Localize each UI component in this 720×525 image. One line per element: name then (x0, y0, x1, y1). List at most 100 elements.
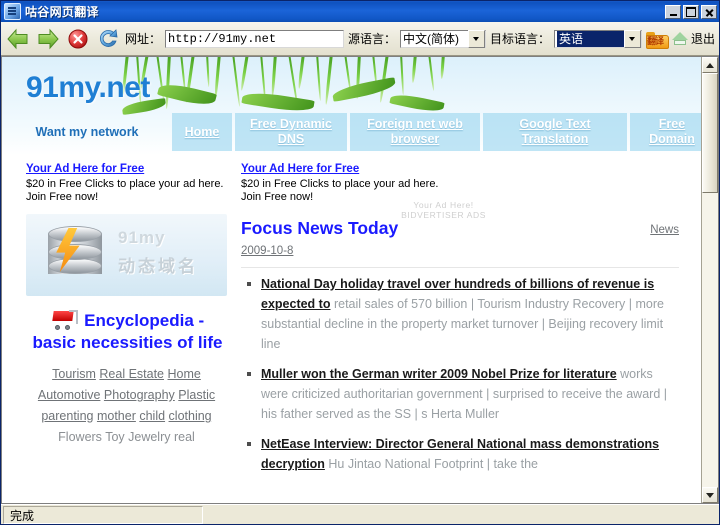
category-text-real: real (174, 430, 195, 444)
scroll-up-icon (706, 63, 714, 68)
status-text: 完成 (3, 506, 203, 524)
category-link-home[interactable]: Home (168, 367, 201, 381)
news-item-body: Hu Jintao National Footprint | take the (328, 457, 538, 471)
news-item-headline[interactable]: Muller won the German writer 2009 Nobel … (261, 367, 617, 381)
bidvertiser-line-1: Your Ad Here! (401, 200, 486, 210)
nav-item-free-dynamic-dns[interactable]: Free Dynamic DNS (235, 113, 347, 151)
category-text-flowers: Flowers (58, 430, 102, 444)
exit-button[interactable]: 退出 (672, 30, 715, 47)
window-controls (665, 5, 717, 19)
address-label: 网址： (125, 30, 161, 47)
category-link-plastic[interactable]: Plastic (178, 388, 215, 402)
site-logo[interactable]: 91my.net (26, 71, 150, 105)
chevron-down-icon[interactable] (468, 30, 485, 48)
shopping-cart-icon (51, 310, 77, 330)
web-page: 91my.net Want my network Home Free Dynam… (2, 57, 701, 503)
promo-text: 动态域名 (118, 252, 198, 277)
encyclopedia-heading: Encyclopedia - basic necessities of life (26, 310, 227, 354)
category-text-toy: Toy (105, 430, 124, 444)
close-button[interactable] (701, 5, 717, 19)
nav-item-home[interactable]: Home (172, 113, 232, 151)
target-language-label: 目标语言： (490, 30, 550, 47)
ad-line-1: $20 in Free Clicks to place your ad here… (241, 178, 456, 191)
refresh-button[interactable] (95, 26, 121, 52)
encyclopedia-title-line-2: basic necessities of life (28, 332, 227, 354)
browser-toolbar: 网址： 源语言： 中文(简体) 目标语言： 英语 翻译 退出 (1, 22, 719, 56)
nav-item-foreign-net-web-browser[interactable]: Foreign net web browser (350, 113, 480, 151)
promo-brand: 91my (118, 228, 165, 248)
translate-folder-text: 翻译 (647, 36, 663, 46)
news-divider (241, 267, 679, 268)
refresh-icon (95, 26, 121, 52)
category-link-automotive[interactable]: Automotive (38, 388, 101, 402)
translate-button[interactable]: 翻译 (646, 30, 668, 48)
translate-folder-icon: 翻译 (646, 30, 668, 48)
dynamic-dns-promo-banner[interactable]: 91my 动态域名 (26, 214, 227, 296)
news-item: Muller won the German writer 2009 Nobel … (241, 364, 679, 424)
nav-item-free-domain[interactable]: Free Domain (630, 113, 701, 151)
news-item: NetEase Interview: Director General Nati… (241, 434, 679, 474)
scrollbar-track[interactable] (702, 73, 718, 487)
ad-strip: Your Ad Here for Free $20 in Free Clicks… (2, 155, 701, 208)
ad-block: Your Ad Here for Free $20 in Free Clicks… (241, 163, 456, 204)
bidvertiser-line-2: BIDVERTISER ADS (401, 210, 486, 220)
site-banner: 91my.net Want my network Home Free Dynam… (2, 57, 701, 155)
site-tagline: Want my network (2, 113, 172, 151)
ad-headline-link[interactable]: Your Ad Here for Free (241, 163, 456, 176)
ad-headline-link[interactable]: Your Ad Here for Free (26, 163, 241, 176)
chevron-down-icon[interactable] (624, 30, 641, 48)
site-nav: Want my network Home Free Dynamic DNS Fo… (2, 113, 701, 151)
news-item: National Day holiday travel over hundred… (241, 274, 679, 354)
category-link-parenting[interactable]: parenting (41, 409, 93, 423)
vertical-scrollbar[interactable] (701, 57, 718, 503)
address-input[interactable] (165, 30, 344, 48)
stop-button[interactable] (65, 26, 91, 52)
source-language-select[interactable]: 中文(简体) (400, 30, 486, 48)
scrollbar-thumb[interactable] (702, 73, 718, 193)
forward-arrow-icon (35, 26, 61, 52)
exit-label: 退出 (691, 30, 715, 47)
category-link-tourism[interactable]: Tourism (52, 367, 96, 381)
back-button[interactable] (5, 26, 31, 52)
category-link-list: Tourism Real Estate Home Automotive Phot… (26, 364, 227, 448)
app-window: 咕谷网页翻译 (0, 0, 720, 525)
category-link-real-estate[interactable]: Real Estate (99, 367, 164, 381)
nav-item-google-text-translation[interactable]: Google Text Translation (483, 113, 627, 151)
source-language-label: 源语言： (348, 30, 396, 47)
app-icon (4, 3, 21, 20)
maximize-button[interactable] (683, 5, 699, 19)
source-language-value: 中文(简体) (403, 31, 468, 47)
title-bar: 咕谷网页翻译 (1, 1, 719, 22)
page-content: 91my 动态域名 Encyclopedia - basic necessiti… (2, 208, 701, 484)
ad-line-2: Join Free now! (26, 191, 241, 204)
target-language-select[interactable]: 英语 (554, 30, 642, 48)
bidvertiser-attribution: Your Ad Here! BIDVERTISER ADS (401, 200, 486, 220)
scroll-down-button[interactable] (702, 487, 718, 503)
category-link-mother[interactable]: mother (97, 409, 136, 423)
home-house-icon (672, 32, 688, 46)
grass-decoration-image (122, 57, 701, 119)
news-more-link[interactable]: News (650, 224, 679, 239)
news-column: Focus News Today News 2009-10-8 National… (227, 214, 701, 484)
page-viewport: 91my.net Want my network Home Free Dynam… (1, 56, 719, 504)
ad-block: Your Ad Here for Free $20 in Free Clicks… (26, 163, 241, 204)
database-icon (48, 226, 102, 282)
stop-icon (65, 26, 91, 52)
status-bar: 完成 (1, 504, 719, 524)
forward-button[interactable] (35, 26, 61, 52)
scroll-down-icon (706, 493, 714, 498)
category-link-photography[interactable]: Photography (104, 388, 175, 402)
category-text-jewelry: Jewelry (128, 430, 170, 444)
back-arrow-icon (5, 26, 31, 52)
news-list: National Day holiday travel over hundred… (241, 274, 679, 474)
window-title: 咕谷网页翻译 (25, 3, 665, 20)
target-language-value: 英语 (557, 31, 624, 47)
category-link-clothing[interactable]: clothing (169, 409, 212, 423)
scroll-up-button[interactable] (702, 57, 718, 73)
category-link-child[interactable]: child (139, 409, 165, 423)
sidebar-column: 91my 动态域名 Encyclopedia - basic necessiti… (2, 214, 227, 484)
ad-line-1: $20 in Free Clicks to place your ad here… (26, 178, 241, 191)
minimize-button[interactable] (665, 5, 681, 19)
news-section-title: Focus News Today (241, 218, 398, 239)
news-date[interactable]: 2009-10-8 (241, 245, 293, 257)
